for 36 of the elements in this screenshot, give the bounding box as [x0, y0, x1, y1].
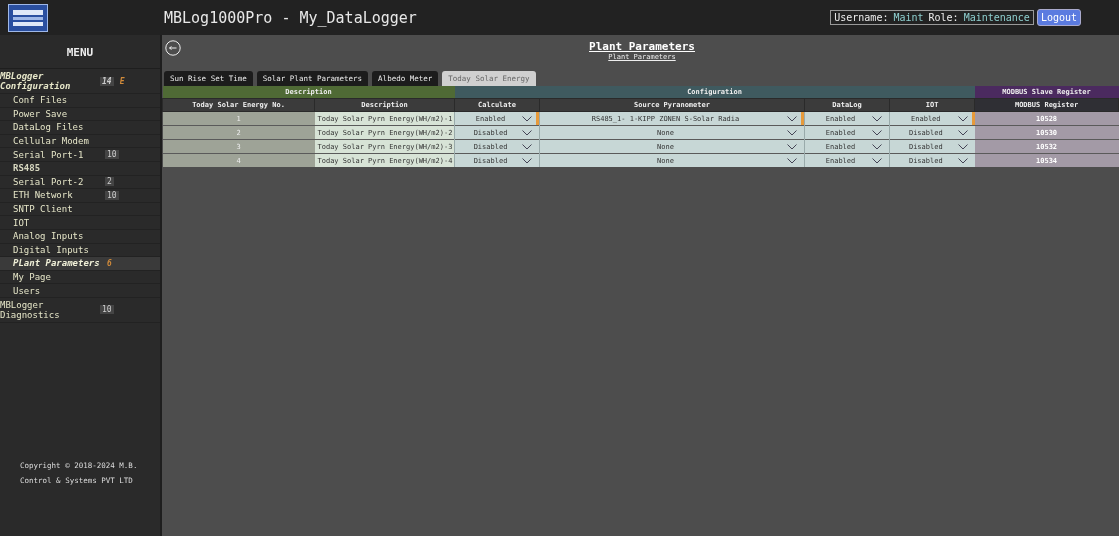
flag-marker: E [119, 76, 125, 86]
chevron-down-icon [957, 129, 968, 136]
sidebar-item[interactable]: ETH Network 10 [0, 189, 160, 203]
sidebar-item[interactable]: Serial Port-1 10 [0, 148, 160, 162]
count-badge: 10 [100, 305, 114, 315]
chevron-down-icon [957, 115, 968, 122]
sidebar-item[interactable]: MBLogger Diagnostics 10 [0, 297, 160, 323]
username-value: Maint [893, 12, 924, 23]
sidebar-item[interactable]: DataLog Files [0, 121, 160, 135]
sidebar-item[interactable]: SNTP Client [0, 202, 160, 217]
sidebar-item[interactable]: Conf Files [0, 94, 160, 108]
sidebar-item[interactable]: My Page [0, 270, 160, 285]
sidebar-item[interactable]: RS485 [0, 161, 160, 176]
username-label: Username: [834, 12, 889, 23]
sidebar-item[interactable]: PLant Parameters 6 [0, 257, 160, 271]
count-badge: 14 [100, 76, 114, 86]
sidebar-item[interactable]: Users [0, 284, 160, 298]
sidebar-item[interactable]: Serial Port-2 2 [0, 175, 160, 190]
menu-title: MENU [0, 35, 160, 69]
sidebar-item[interactable]: MBLogger Configuration 14 E [0, 69, 160, 94]
sidebar-item[interactable]: Cellular Modem [0, 134, 160, 149]
role-label: Role: [928, 12, 959, 23]
page-title: Plant Parameters [589, 40, 695, 53]
count-badge: 10 [105, 190, 119, 200]
count-badge: 10 [105, 150, 119, 160]
role-value: Maintenance [963, 12, 1030, 23]
sidebar-item[interactable]: Analog Inputs [0, 229, 160, 244]
count-badge: 2 [105, 177, 114, 187]
chevron-down-icon [957, 143, 968, 150]
logout-button[interactable]: Logout [1036, 9, 1081, 26]
app-title: MBLog1000Pro - My_DataLogger [164, 8, 418, 27]
chevron-down-icon [957, 157, 968, 164]
logo-icon [8, 3, 48, 32]
sidebar-item[interactable]: IOT [0, 216, 160, 230]
flag-marker: 6 [107, 258, 112, 268]
sidebar-item[interactable]: Power Save [0, 107, 160, 122]
